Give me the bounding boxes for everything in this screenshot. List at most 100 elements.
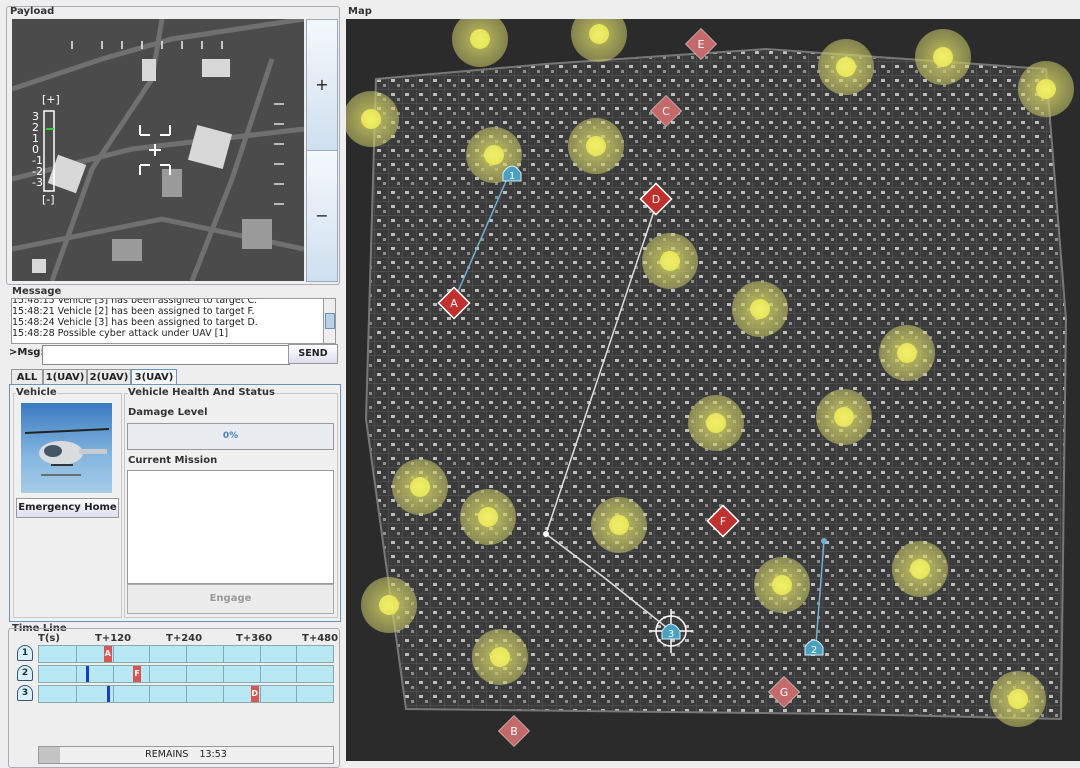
timeline-gridline — [259, 686, 261, 702]
timeline-header: T+480 — [302, 633, 339, 644]
timeline-gridline — [186, 686, 187, 702]
vehicle-badge-3[interactable]: 3 — [17, 685, 33, 701]
waypoint-marker — [821, 538, 827, 544]
damage-level-bar: 0% — [127, 423, 334, 450]
threat-zone — [688, 395, 744, 451]
timeline-gridline — [222, 666, 224, 682]
timeline-gridline — [75, 646, 77, 662]
threat-zone — [990, 671, 1046, 727]
engage-button[interactable]: Engage — [127, 584, 334, 614]
altitude-tick: -3 — [32, 176, 43, 189]
timeline-gridline — [259, 646, 261, 662]
scroll-thumb[interactable] — [325, 313, 335, 329]
threat-zone — [816, 389, 872, 445]
message-line: 15:48:15 Vehicle [3] has been assigned t… — [12, 298, 258, 306]
timeline-gridline — [112, 686, 114, 702]
timeline-target-marker[interactable]: A — [103, 646, 112, 662]
timeline-progress-marker — [106, 686, 110, 702]
helicopter-icon — [24, 428, 110, 476]
threat-zone — [472, 629, 528, 685]
damage-level-label: Damage Level — [128, 407, 208, 418]
remaining-time-fill — [39, 747, 60, 763]
remains-value: 13:53 — [199, 749, 227, 760]
timeline-gridline — [75, 666, 77, 682]
threat-zone — [361, 577, 417, 633]
timeline-gridline — [112, 666, 114, 682]
remaining-time-bar: REMAINS 13:53 — [38, 746, 334, 764]
message-log: 15:48:15 Vehicle [3] has been assigned t… — [11, 298, 325, 344]
threat-zone — [818, 39, 874, 95]
timeline-gridline — [259, 666, 261, 682]
threat-zone — [460, 489, 516, 545]
vehicle-photo — [21, 403, 112, 493]
threat-zone — [892, 541, 948, 597]
current-mission-label: Current Mission — [128, 455, 218, 466]
timeline-target-marker[interactable]: F — [133, 666, 142, 682]
vehicle-title: Vehicle — [16, 387, 57, 398]
payload-title: Payload — [10, 6, 55, 17]
threat-zone — [879, 325, 935, 381]
tab-all[interactable]: ALL — [11, 369, 43, 385]
vehicle-label: 3 — [668, 629, 674, 640]
message-input[interactable] — [42, 345, 290, 365]
message-title: Message — [12, 286, 62, 297]
zoom-out-button[interactable]: − — [306, 150, 338, 282]
timeline-gridline — [149, 646, 151, 662]
map-view[interactable]: A B C D E F G 1 2 3 — [346, 19, 1080, 761]
vehicle-badge-1[interactable]: 1 — [17, 645, 33, 661]
timeline-target-marker[interactable]: D — [250, 686, 259, 702]
health-title: Vehicle Health And Status — [128, 387, 275, 398]
timeline-header: T(s) — [38, 633, 60, 644]
timeline-gridline — [222, 646, 224, 662]
timeline-gridline — [296, 666, 298, 682]
zoom-in-button[interactable]: + — [306, 19, 338, 151]
timeline-header: T+360 — [236, 633, 273, 644]
timeline-bar-3: D — [38, 685, 334, 703]
city-map: A B C D E F G 1 2 3 — [346, 19, 1080, 761]
altitude-minus-label: [-] — [42, 193, 55, 206]
message-line: 15:48:24 Vehicle [3] has been assigned t… — [12, 317, 258, 328]
tab-uav-2[interactable]: 2(UAV) — [87, 369, 131, 385]
threat-zone — [732, 281, 788, 337]
payload-camera-view[interactable]: [+] [-] 3 2 1 0 -1 -2 -3 — [12, 19, 304, 281]
threat-zone — [754, 557, 810, 613]
map-title: Map — [348, 6, 372, 17]
timeline-gridline — [222, 686, 224, 702]
altitude-plus-label: [+] — [42, 93, 60, 106]
target-label: A — [450, 297, 458, 310]
waypoint-marker — [543, 531, 549, 537]
threat-zone — [568, 118, 624, 174]
altitude-scale: 3 2 1 0 -1 -2 -3 — [32, 111, 43, 188]
vehicle-label: 2 — [811, 645, 817, 656]
timeline-gridline — [296, 686, 298, 702]
current-mission-box — [127, 470, 334, 584]
remains-label: REMAINS — [145, 749, 189, 760]
threat-zone — [1018, 61, 1074, 117]
threat-zone — [591, 497, 647, 553]
timeline-gridline — [186, 666, 187, 682]
message-scrollbar[interactable] — [323, 298, 336, 344]
timeline-progress-marker — [86, 666, 90, 682]
timeline-header: T+120 — [95, 633, 132, 644]
timeline-gridline — [149, 666, 151, 682]
timeline-gridline — [112, 646, 114, 662]
tab-uav-3[interactable]: 3(UAV) — [131, 369, 177, 385]
timeline-bar-2: F — [38, 665, 334, 683]
target-label: C — [662, 105, 670, 118]
timeline-gridline — [186, 646, 187, 662]
emergency-home-button[interactable]: Emergency Home — [16, 498, 119, 518]
tab-uav-1[interactable]: 1(UAV) — [43, 369, 87, 385]
target-label: G — [780, 686, 789, 699]
timeline-gridline — [296, 646, 298, 662]
vehicle-badge-2[interactable]: 2 — [17, 665, 33, 681]
vehicle-label: 1 — [509, 171, 515, 182]
threat-zone — [392, 459, 448, 515]
threat-zone — [642, 233, 698, 289]
target-label: D — [652, 193, 660, 206]
message-line: 15:48:21 Vehicle [2] has been assigned t… — [12, 306, 255, 317]
target-label: F — [720, 515, 726, 528]
timeline-bar-1: A — [38, 645, 334, 663]
msg-input-label: >Msg: — [9, 347, 45, 358]
send-button[interactable]: SEND — [288, 344, 338, 364]
timeline-gridline — [149, 686, 151, 702]
